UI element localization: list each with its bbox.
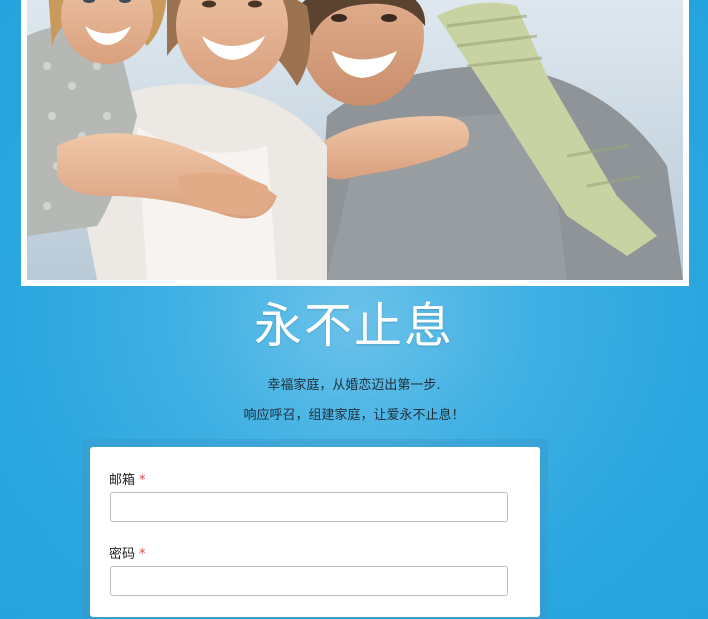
- login-form: 邮箱 * 密码 *: [90, 447, 540, 617]
- password-label-text: 密码: [109, 547, 136, 562]
- email-input[interactable]: [110, 492, 508, 522]
- email-label: 邮箱 *: [109, 469, 146, 488]
- headline: 永不止息: [253, 298, 454, 354]
- password-label: 密码 *: [109, 543, 146, 562]
- password-required-mark: *: [139, 547, 146, 562]
- family-photo-frame: [21, 0, 689, 286]
- email-required-mark: *: [139, 473, 146, 488]
- family-photo: [27, 0, 683, 280]
- tagline-line-2: 响应呼召，组建家庭，让爱永不止息！: [243, 408, 465, 423]
- tagline-line-1: 幸福家庭，从婚恋迈出第一步.: [267, 378, 441, 393]
- email-label-text: 邮箱: [109, 473, 136, 488]
- password-input[interactable]: [110, 566, 508, 596]
